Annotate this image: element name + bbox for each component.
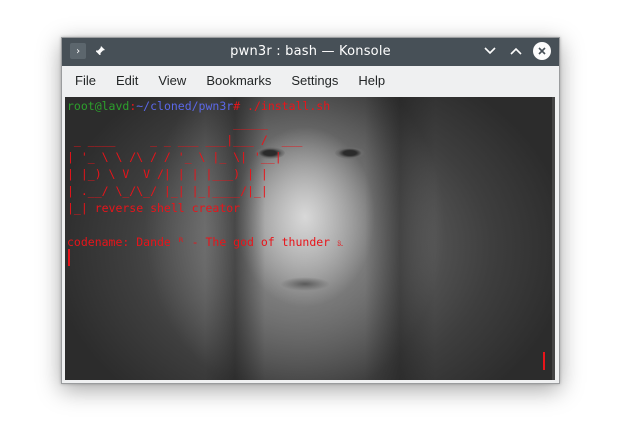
banner-line: | |_) \ V V /| | | |___) | | (67, 167, 268, 181)
codename-line: codename: Dande ᴿ - The god of thunder ೩ (67, 235, 344, 249)
menu-edit[interactable]: Edit (106, 66, 148, 96)
terminal-output: root@lavd:~/cloned/pwn3r# ./install.sh _… (67, 98, 343, 251)
konsole-window: › pwn3r : bash — Konsole File Edit View … (61, 37, 560, 384)
maximize-button[interactable] (507, 42, 525, 60)
minimize-button[interactable] (481, 42, 499, 60)
menu-view[interactable]: View (148, 66, 196, 96)
menubar: File Edit View Bookmarks Settings Help (62, 66, 559, 96)
banner-line: |_| reverse shell creator (67, 201, 241, 215)
titlebar-right-controls (481, 42, 551, 60)
banner-line: _____ (67, 116, 268, 130)
menu-file[interactable]: File (65, 66, 106, 96)
menu-help[interactable]: Help (348, 66, 395, 96)
menu-settings[interactable]: Settings (281, 66, 348, 96)
banner-line: | .__/ \_/\_/ |_| |_|____/|_| (67, 184, 268, 198)
chevron-up-icon (510, 47, 522, 55)
menu-bookmarks[interactable]: Bookmarks (196, 66, 281, 96)
banner-line: | '_ \ \ /\ / / '_ \ |_ \| '__| (67, 150, 282, 164)
background-hair-shade (365, 97, 435, 380)
text-cursor (68, 249, 70, 266)
terminal-scrollbar[interactable] (552, 97, 555, 380)
prompt-path: ~/cloned/pwn3r (136, 99, 234, 113)
titlebar[interactable]: › pwn3r : bash — Konsole (62, 38, 559, 66)
prompt-user: root@lavd (67, 99, 130, 113)
close-button[interactable] (533, 42, 551, 60)
banner-line: _ ____ _ _ ___ ___|___ / ___ (67, 133, 303, 147)
background-lips (280, 277, 330, 291)
close-icon (538, 47, 546, 55)
terminal-area[interactable]: root@lavd:~/cloned/pwn3r# ./install.sh _… (65, 97, 555, 380)
chevron-down-icon (484, 47, 496, 55)
scroll-position-marker[interactable] (543, 352, 545, 370)
command-text: ./install.sh (240, 99, 331, 113)
